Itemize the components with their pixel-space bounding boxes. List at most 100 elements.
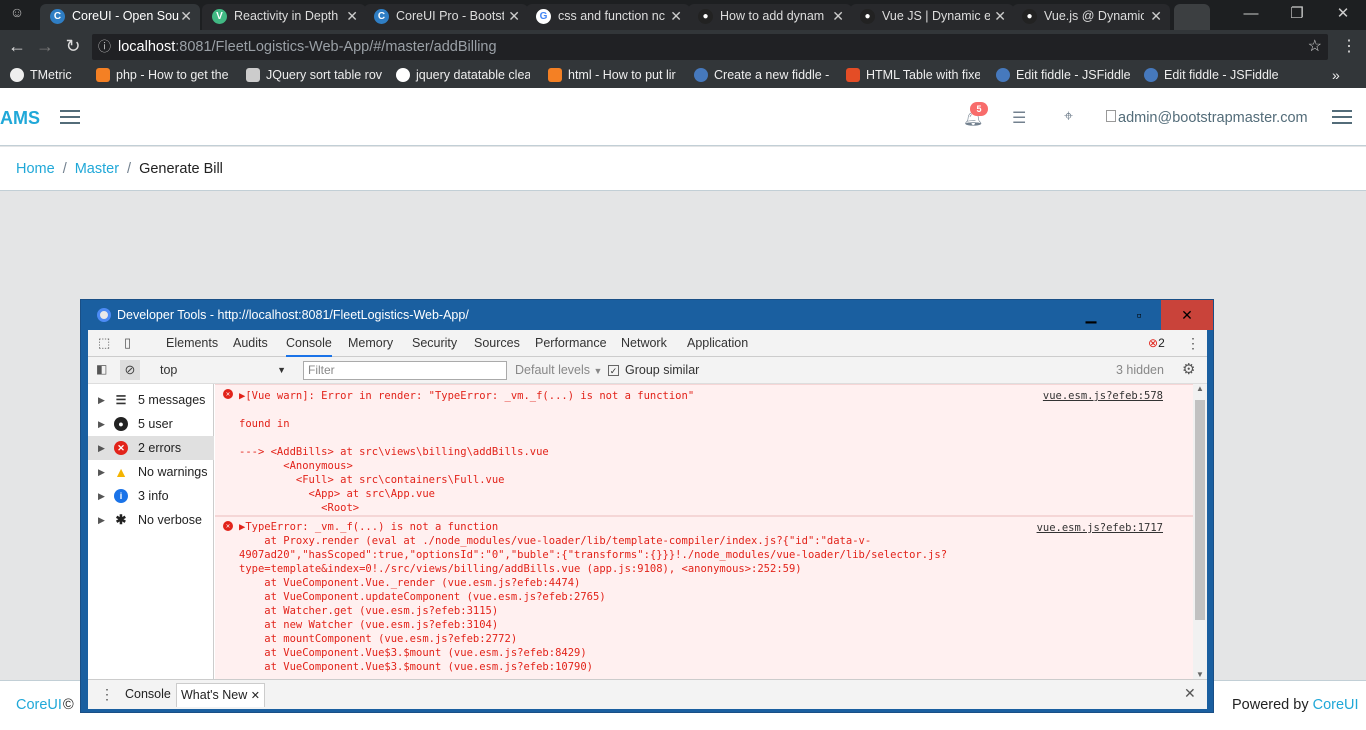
filter-input[interactable]: Filter (303, 361, 507, 380)
sidebar-item-verbose[interactable]: ▶ ✱ No verbose (88, 508, 214, 532)
tab-close-icon[interactable]: ✕ (180, 4, 192, 28)
inspect-element-icon[interactable]: ⬚ (98, 335, 110, 351)
browser-tab-3[interactable]: C CoreUI Pro - Bootst ✕ (364, 4, 528, 30)
expand-arrow-icon[interactable]: ▶ (98, 436, 105, 460)
info-icon: i (114, 489, 128, 503)
bookmark-item[interactable]: TMetric (10, 68, 88, 82)
browser-tab-7[interactable]: ●Vue.js @ Dynamic C✕ (1012, 4, 1170, 30)
browser-tab-6[interactable]: ● Vue JS | Dynamic e ✕ (850, 4, 1014, 30)
tab-close-icon[interactable]: ✕ (670, 4, 682, 28)
bookmark-item[interactable]: JQuery sort table rov (246, 68, 382, 82)
sidebar-item-errors[interactable]: ▶ ✕ 2 errors (88, 436, 214, 460)
footer-coreui-link[interactable]: CoreUI (16, 681, 62, 729)
tab-performance[interactable]: Performance (535, 336, 607, 350)
bookmark-item[interactable]: Edit fiddle - JSFiddle (1144, 68, 1278, 82)
sidebar-item-messages[interactable]: ▶ ☰ 5 messages (88, 388, 214, 412)
bookmark-item[interactable]: HTML Table with fixe (846, 68, 980, 82)
breadcrumb-home[interactable]: Home (16, 161, 55, 177)
drawer-tab-whats-new[interactable]: What's New ✕ (176, 683, 265, 707)
broken-image-icon (1106, 110, 1116, 122)
source-link[interactable]: vue.esm.js?efeb:578 (1043, 389, 1163, 403)
expand-arrow-icon[interactable]: ▶ (98, 508, 105, 532)
tab-security[interactable]: Security (412, 336, 457, 350)
devtools-close-icon[interactable]: ✕ (1161, 300, 1213, 330)
tab-close-icon[interactable]: ✕ (832, 4, 844, 28)
console-toolbar: ◧ ⊘ top ▼ Filter Default levels ▼ ✓ Group … (88, 357, 1207, 384)
location-pin-icon[interactable]: ⌖ (1064, 108, 1073, 126)
bookmark-item[interactable]: Edit fiddle - JSFiddle (996, 68, 1130, 82)
info-icon[interactable]: ⓘ (98, 34, 111, 60)
scrollbar-thumb[interactable] (1195, 400, 1205, 620)
tab-sources[interactable]: Sources (474, 336, 520, 350)
expand-arrow-icon[interactable]: ▶ (98, 388, 105, 412)
brand-logo[interactable]: AMS (0, 108, 40, 129)
devtools-minimize-icon[interactable]: ▁ (1067, 300, 1115, 330)
expand-arrow-icon[interactable]: ▶ (98, 460, 105, 484)
tab-close-icon[interactable]: ✕ (994, 4, 1006, 28)
list-icon[interactable]: ☰ (1012, 108, 1026, 128)
reload-icon[interactable]: ↻ (62, 36, 84, 57)
devtools-maximize-icon[interactable]: ▫ (1115, 300, 1163, 330)
expand-arrow-icon[interactable]: ▶ (98, 412, 105, 436)
console-error-message[interactable]: ✕ ▶TypeError: _vm._f(...) is not a funct… (215, 516, 1193, 679)
new-tab-button[interactable] (1174, 4, 1210, 30)
browser-tab-1[interactable]: C CoreUI - Open Sou ✕ (40, 4, 200, 30)
console-settings-gear-icon[interactable]: ⚙ (1182, 360, 1195, 378)
tab-network[interactable]: Network (621, 336, 667, 350)
tab-application[interactable]: Application (687, 336, 748, 350)
sidebar-item-warnings[interactable]: ▶ ▲ No warnings (88, 460, 214, 484)
tab-close-icon[interactable]: ✕ (346, 4, 358, 28)
minimize-icon[interactable]: — (1228, 0, 1274, 30)
group-similar-checkbox[interactable]: ✓ Group similar (608, 363, 699, 377)
devtools-menu-icon[interactable]: ⋮ (1186, 335, 1200, 352)
address-bar[interactable]: ⓘ localhost:8081/FleetLogistics-Web-App/… (92, 34, 1328, 60)
clear-console-icon[interactable]: ⊘ (120, 360, 140, 380)
drawer-tab-console[interactable]: Console (125, 687, 171, 701)
tab-audits[interactable]: Audits (233, 336, 268, 350)
tab-console[interactable]: Console (286, 336, 332, 357)
drawer-menu-icon[interactable]: ⋮ (100, 686, 114, 703)
browser-tab-2[interactable]: V Reactivity in Depth ✕ (202, 4, 366, 30)
scroll-down-icon[interactable]: ▼ (1196, 670, 1204, 679)
bookmark-star-icon[interactable]: ☆ (1308, 34, 1322, 60)
context-select[interactable]: top ▼ (152, 363, 292, 377)
bookmark-item[interactable]: jquery datatable clea (396, 68, 530, 82)
browser-tab-4[interactable]: Gcss and function nc ✕ (526, 4, 690, 30)
restore-icon[interactable]: ❐ (1274, 0, 1320, 30)
bookmark-item[interactable]: html - How to put lir (548, 68, 680, 82)
expand-arrow-icon[interactable]: ▶ (98, 484, 105, 508)
close-tab-icon[interactable]: ✕ (251, 690, 260, 702)
breadcrumb-master[interactable]: Master (75, 161, 119, 177)
source-link[interactable]: vue.esm.js?efeb:1717 (1037, 521, 1163, 535)
menu-dots-icon[interactable]: ⋮ (1338, 36, 1360, 56)
forward-icon[interactable]: → (34, 36, 56, 57)
bookmark-item[interactable]: php - How to get the (96, 68, 232, 82)
url-path: :8081/FleetLogistics-Web-App/#/master/ad… (175, 39, 497, 55)
console-scrollbar[interactable]: ▲ ▼ (1193, 384, 1207, 679)
footer-copyright: © (63, 697, 74, 713)
scroll-up-icon[interactable]: ▲ (1196, 384, 1204, 393)
close-window-icon[interactable]: ✕ (1320, 0, 1366, 30)
aside-toggle-icon[interactable] (1332, 110, 1352, 124)
back-icon[interactable]: ← (6, 36, 28, 57)
tab-elements[interactable]: Elements (166, 336, 218, 350)
tab-close-icon[interactable]: ✕ (1150, 4, 1162, 28)
sidebar-toggle-icon[interactable] (60, 110, 80, 124)
more-bookmarks-icon[interactable]: » (1332, 67, 1340, 83)
console-error-message[interactable]: ✕ ▶[Vue warn]: Error in render: "TypeErr… (215, 384, 1193, 516)
user-avatar-menu[interactable]: admin@bootstrapmaster.com (1106, 110, 1308, 126)
device-toolbar-icon[interactable]: ▯ (124, 335, 131, 351)
sidebar-item-user-messages[interactable]: ▶●5 user mess... (88, 412, 214, 455)
close-drawer-icon[interactable]: ✕ (1184, 685, 1196, 702)
sidebar-toggle-icon[interactable]: ◧ (96, 362, 107, 376)
footer-powered-link[interactable]: CoreUI (1313, 697, 1359, 713)
browser-tab-5[interactable]: ● How to add dynam ✕ (688, 4, 852, 30)
tab-memory[interactable]: Memory (348, 336, 393, 350)
devtools-titlebar[interactable]: Developer Tools - http://localhost:8081/… (81, 300, 1213, 330)
tab-close-icon[interactable]: ✕ (508, 4, 520, 28)
bookmark-item[interactable]: Create a new fiddle - (694, 68, 832, 82)
error-count-badge[interactable]: ⊗2 (1148, 336, 1165, 350)
log-levels-select[interactable]: Default levels ▼ (515, 363, 602, 377)
sidebar-item-info[interactable]: ▶ i 3 info (88, 484, 214, 508)
app-header: AMS 🔔︎ 5 ☰ ⌖ admin@bootstrapmaster.com (0, 88, 1366, 146)
